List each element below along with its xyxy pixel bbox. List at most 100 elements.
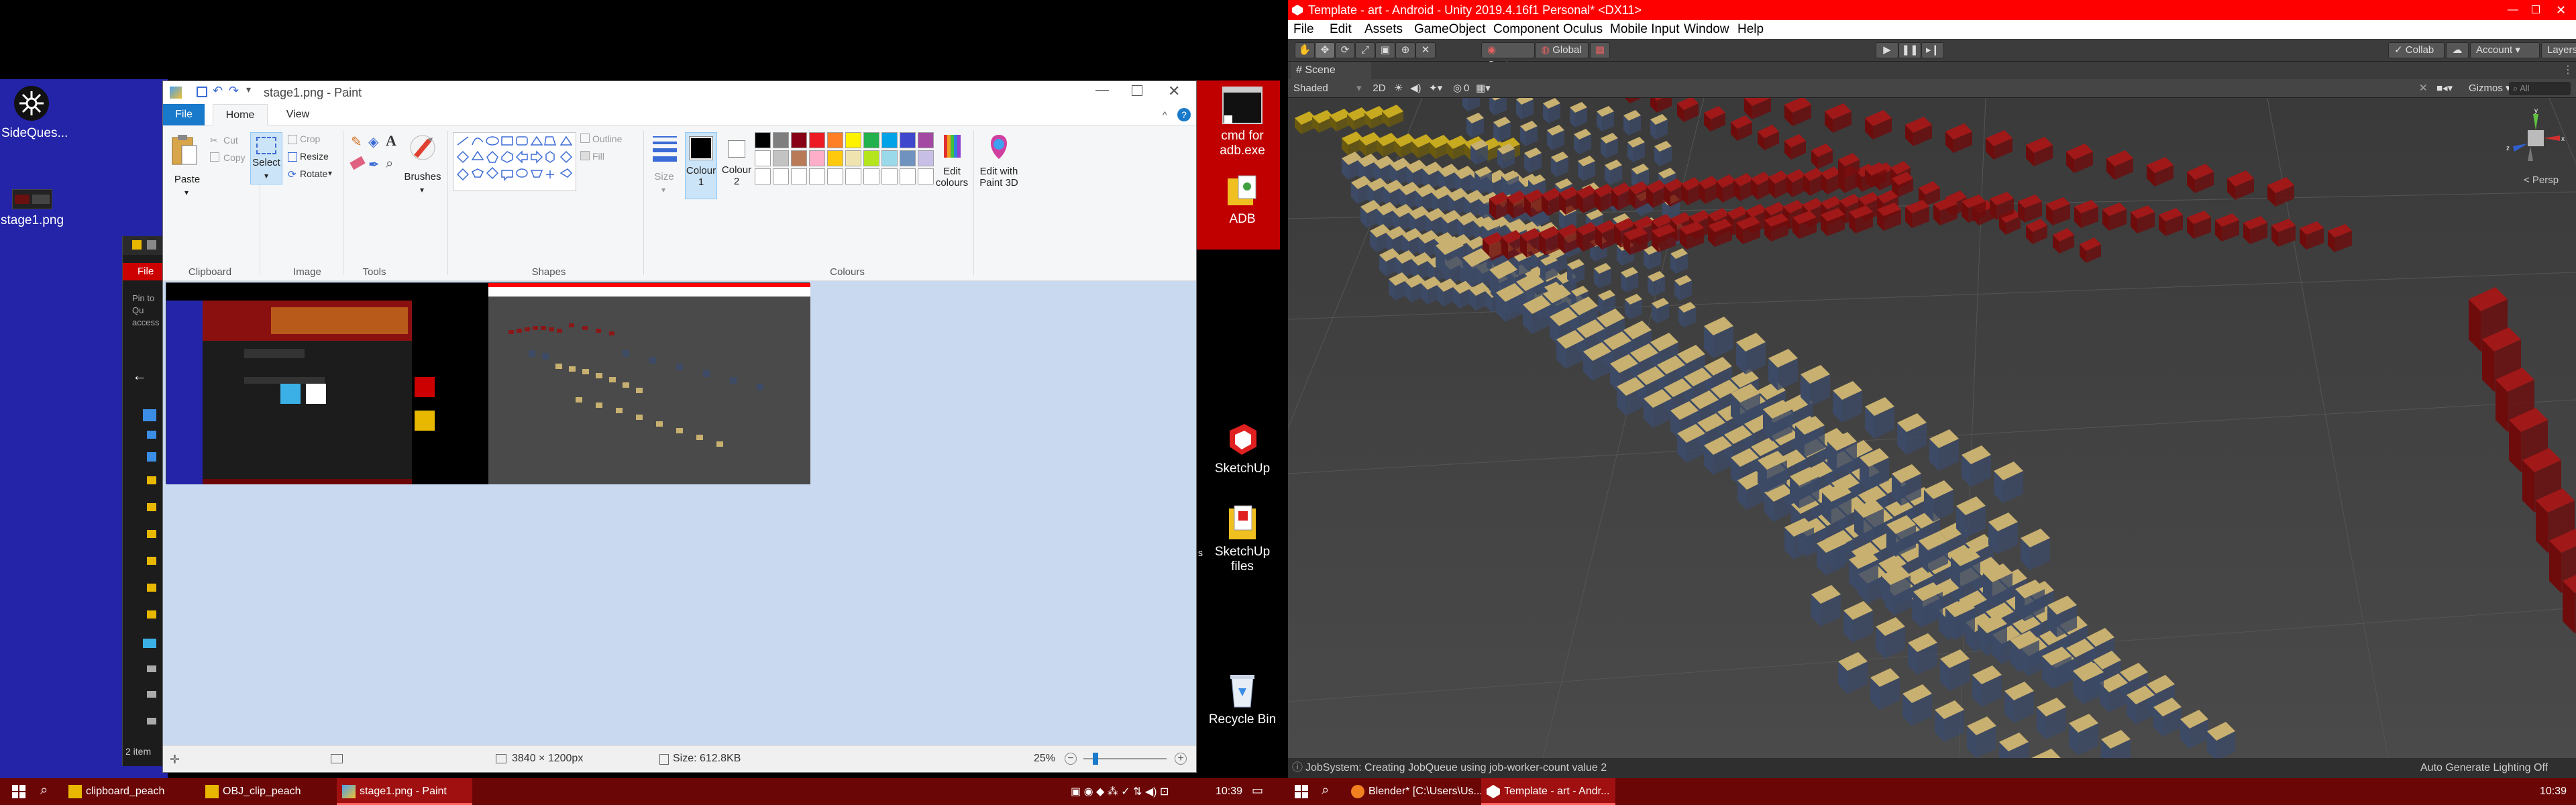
colour-swatch[interactable] [881, 150, 898, 166]
select-button[interactable]: Select ▾ [250, 132, 282, 184]
star-icon[interactable] [143, 409, 156, 421]
tab-file[interactable]: File [163, 104, 205, 125]
custom-colour-slot[interactable] [900, 168, 916, 184]
move-tool-button[interactable]: ✥ [1315, 42, 1335, 58]
save-icon[interactable] [197, 87, 207, 97]
qat-dropdown-icon[interactable]: ▾ [246, 84, 251, 95]
notification-icon[interactable]: ▭ [1252, 784, 1263, 798]
desktop-icon-stage1[interactable]: stage1.png [0, 189, 64, 228]
folder-icon[interactable] [147, 503, 156, 511]
text-tool-icon[interactable]: A [386, 132, 396, 150]
redo-icon[interactable]: ↷ [229, 84, 239, 98]
brushes-button[interactable] [407, 132, 438, 163]
desktop-icon-sketchup-files[interactable]: SketchUp files [1208, 504, 1277, 574]
help-icon[interactable]: ? [1177, 108, 1191, 121]
collapse-ribbon-icon[interactable]: ^ [1163, 109, 1167, 120]
colour-swatch[interactable] [809, 132, 825, 148]
folder-icon[interactable] [147, 610, 156, 619]
scene-viewport[interactable]: y x z < Persp [1288, 98, 2576, 758]
explorer-file-tab[interactable]: File [123, 263, 163, 280]
desktop-icon-adb[interactable]: ADB [1208, 173, 1277, 227]
colour1-button[interactable]: Colour 1 [685, 132, 717, 199]
folder-icon[interactable] [147, 530, 156, 538]
shading-mode-dropdown[interactable]: Shaded [1293, 79, 1347, 98]
brushes-dropdown-icon[interactable]: ▾ [414, 184, 430, 196]
cut-button[interactable]: Cut [223, 135, 238, 146]
tab-view[interactable]: View [276, 104, 320, 125]
account-button[interactable]: Account ▾ [2470, 42, 2540, 58]
colour-swatch[interactable] [918, 150, 934, 166]
menu-mobile-input[interactable]: Mobile Input [1610, 20, 1680, 39]
colour-swatch[interactable] [773, 132, 789, 148]
eraser-icon[interactable] [350, 156, 366, 170]
perspective-label[interactable]: < Persp [2524, 174, 2559, 186]
colour-swatch[interactable] [863, 132, 879, 148]
custom-colour-slot[interactable] [791, 168, 807, 184]
clock[interactable]: 10:39 [1216, 778, 1242, 805]
pivot-global-button[interactable]: ◍ Global [1535, 42, 1589, 58]
tray-icons[interactable]: ▣ ◉ ◆ ⁂ ✓ ⇅ ◀) ⊡ [1071, 785, 1169, 798]
taskbar-item-paint[interactable]: stage1.png - Paint [337, 778, 472, 805]
colour-swatch[interactable] [918, 132, 934, 148]
close-button[interactable]: ✕ [1168, 83, 1180, 100]
zoom-out-button[interactable]: − [1065, 753, 1077, 765]
desktop-folder-icon[interactable] [147, 431, 156, 439]
zoom-slider-thumb[interactable] [1093, 753, 1098, 765]
cloud-button[interactable]: ☁ [2446, 42, 2469, 58]
colour-swatch[interactable] [809, 150, 825, 166]
pause-button[interactable]: ❚❚ [1898, 42, 1921, 58]
rotate-dropdown-icon[interactable]: ▾ [328, 168, 332, 178]
crop-button[interactable]: Crop [300, 133, 320, 144]
folder-icon[interactable] [147, 557, 156, 565]
back-arrow-icon[interactable]: ← [132, 367, 147, 384]
magnifier-icon[interactable]: ⌕ [386, 156, 393, 172]
effects-toggle-icon[interactable]: ✦▾ [1429, 79, 1442, 98]
custom-colour-slot[interactable] [773, 168, 789, 184]
colour-swatch[interactable] [773, 150, 789, 166]
outline-button[interactable]: Outline [592, 133, 622, 144]
zoom-in-button[interactable]: + [1175, 753, 1187, 765]
menu-component[interactable]: Component [1493, 20, 1559, 39]
desktop-icon-recycle-bin[interactable]: Recycle Bin [1208, 671, 1277, 727]
desktop-icon-cmd-adb[interactable]: cmd for adb.exe [1208, 86, 1277, 158]
folder-icon[interactable] [147, 584, 156, 592]
colour-swatch[interactable] [755, 132, 771, 148]
custom-colour-slot[interactable] [755, 168, 771, 184]
minimize-button[interactable]: — [1095, 83, 1109, 98]
console-message[interactable]: JobSystem: Creating JobQueue using job-w… [1305, 758, 1607, 778]
search-icon[interactable]: ⌕ [40, 783, 48, 798]
menu-gameobject[interactable]: GameObject [1414, 20, 1486, 39]
colour-swatch[interactable] [791, 150, 807, 166]
pencil-icon[interactable]: ✎ [351, 133, 362, 150]
custom-colour-slot[interactable] [863, 168, 879, 184]
taskbar-item-clipboard[interactable]: clipboard_peach [63, 778, 199, 805]
shading-dropdown-icon[interactable]: ▾ [1356, 79, 1362, 98]
rotate-tool-button[interactable]: ⟳ [1335, 42, 1355, 58]
layers-button[interactable]: Layers ▾ [2541, 42, 2576, 58]
pivot-center-button[interactable]: ◉ Center [1481, 42, 1535, 70]
color-picker-icon[interactable]: ✒ [368, 156, 380, 173]
snap-button[interactable]: ▦ [1590, 42, 1610, 58]
camera-icon[interactable]: ■◂▾ [2436, 79, 2453, 98]
colour-swatch[interactable] [900, 132, 916, 148]
folder-icon[interactable] [147, 476, 156, 484]
custom-colour-slot[interactable] [827, 168, 843, 184]
fill-button[interactable]: Fill [592, 151, 604, 162]
transform-tool-button[interactable]: ⊕ [1395, 42, 1415, 58]
menu-window[interactable]: Window [1684, 20, 1729, 39]
colour2-button[interactable]: Colour 2 [721, 132, 753, 199]
start-button[interactable] [12, 785, 25, 798]
menu-edit[interactable]: Edit [1330, 20, 1352, 39]
colour-swatch[interactable] [863, 150, 879, 166]
colour-swatch[interactable] [845, 132, 861, 148]
custom-tool-button[interactable]: ✕ [1415, 42, 1436, 58]
scene-gizmo[interactable]: y x z [2504, 107, 2568, 172]
mode-2d-toggle[interactable]: 2D [1371, 79, 1387, 98]
scale-tool-button[interactable]: ⤢ [1355, 42, 1375, 58]
resize-button[interactable]: Resize [300, 151, 329, 162]
lighting-toggle-icon[interactable]: ☀ [1394, 79, 1403, 98]
search-icon[interactable]: ⌕ [1322, 783, 1329, 798]
custom-colour-slot[interactable] [881, 168, 898, 184]
maximize-button[interactable] [1132, 85, 1142, 96]
tab-home[interactable]: Home [213, 104, 268, 125]
